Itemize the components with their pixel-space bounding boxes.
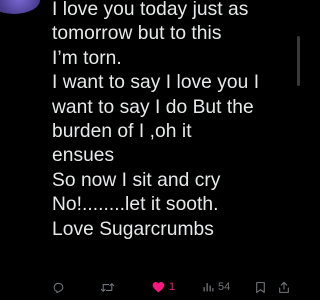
post-text: I love you today just as tomorrow but to… <box>52 0 292 242</box>
post-line: Love Sugarcrumbs <box>52 218 214 240</box>
views-button[interactable]: 54 <box>202 277 230 297</box>
post-line: I love you today just as <box>52 0 249 20</box>
bookmark-icon <box>256 281 265 293</box>
post-line: No!........let it sooth. <box>52 194 219 216</box>
post-line: tomorrow but to this <box>52 23 222 45</box>
like-button[interactable]: 1 <box>152 277 175 297</box>
views-count: 54 <box>218 281 231 293</box>
reply-button[interactable] <box>52 277 65 297</box>
post-line: want to say I do But the <box>52 96 254 118</box>
repost-icon <box>100 282 115 292</box>
scrollbar[interactable] <box>297 36 300 86</box>
post-line: So now I sit and cry <box>52 169 221 191</box>
bookmark-button[interactable] <box>255 277 266 297</box>
heart-icon <box>152 282 165 293</box>
repost-button[interactable] <box>100 277 115 297</box>
post-line: I want to say I love you I <box>52 72 260 94</box>
views-icon <box>203 283 214 292</box>
post-action-bar: 1 54 <box>50 277 290 297</box>
reply-icon <box>53 282 64 293</box>
avatar[interactable] <box>0 0 40 14</box>
post-line: ensues <box>52 145 115 167</box>
like-count: 1 <box>169 281 176 293</box>
post-line: I’m torn. <box>52 47 122 69</box>
share-icon <box>279 281 289 293</box>
post-line: burden of I ,oh it <box>52 121 192 143</box>
share-button[interactable] <box>278 277 290 297</box>
